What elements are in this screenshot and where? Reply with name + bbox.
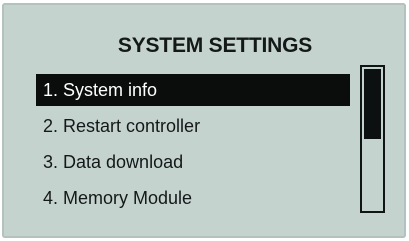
menu-item-memory-module[interactable]: 4. Memory Module xyxy=(36,182,350,214)
menu-item-restart-controller[interactable]: 2. Restart controller xyxy=(36,110,350,142)
lcd-screen: SYSTEM SETTINGS 1. System info 2. Restar… xyxy=(2,3,406,238)
settings-menu: 1. System info 2. Restart controller 3. … xyxy=(36,74,350,218)
menu-item-system-info[interactable]: 1. System info xyxy=(36,74,350,106)
menu-scrollbar[interactable] xyxy=(360,65,385,213)
menu-item-data-download[interactable]: 3. Data download xyxy=(36,146,350,178)
scrollbar-thumb[interactable] xyxy=(364,69,381,139)
screen-title: SYSTEM SETTINGS xyxy=(117,34,313,57)
